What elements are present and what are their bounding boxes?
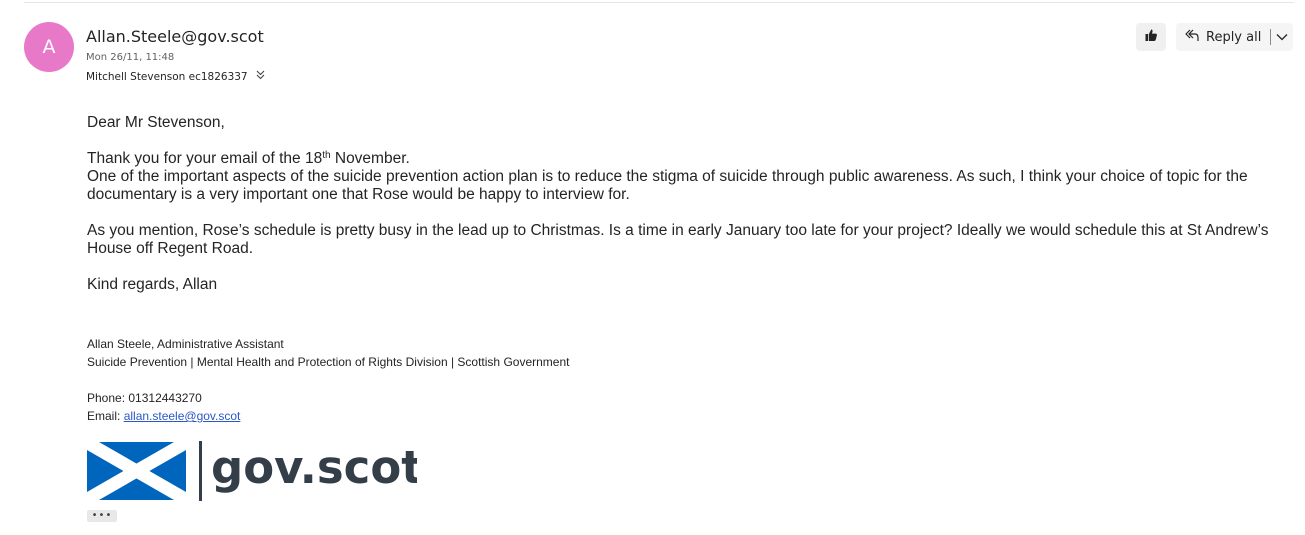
recipients-line: Mitchell Stevenson ec1826337 [86,70,265,83]
avatar-initial: A [42,36,56,58]
reply-all-icon [1184,27,1200,47]
logo-wordmark: gov.scot [211,441,417,494]
show-trimmed-content-button[interactable]: ••• [87,510,117,522]
signature-contact: Phone: 01312443270 Email: allan.steele@g… [87,389,787,425]
thumbs-up-icon [1144,28,1158,47]
signature-email: Email: allan.steele@gov.scot [87,407,787,425]
body-thanks-line: Thank you for your email of the 18th Nov… [87,150,1297,168]
reply-all-button[interactable]: Reply all [1176,23,1261,51]
more-reply-options-button[interactable] [1271,23,1293,51]
divider [24,2,1294,3]
signature-phone: Phone: 01312443270 [87,391,202,405]
message-date: Mon 26/11, 11:48 [86,52,175,63]
signature-block: Allan Steele, Administrative Assistant S… [87,335,787,371]
avatar[interactable]: A [24,22,74,72]
reply-all-label: Reply all [1206,29,1262,45]
signature-name: Allan Steele, Administrative Assistant [87,337,284,351]
double-chevron-down-icon[interactable] [256,70,265,83]
body-paragraph-2: As you mention, Rose’s schedule is prett… [87,222,1269,257]
message-body: Dear Mr Stevenson, Thank you for your em… [87,114,1297,294]
recipient-name[interactable]: Mitchell Stevenson ec1826337 [86,71,248,83]
gov-scot-logo: gov.scot [87,441,423,501]
reply-all-split-button: Reply all [1176,23,1293,51]
signature-email-label: Email: [87,409,124,423]
chevron-down-icon [1276,30,1288,45]
thanks-suffix: November. [330,150,410,167]
body-paragraph-1: One of the important aspects of the suic… [87,168,1248,203]
thanks-prefix: Thank you for your email of the 18 [87,150,323,167]
signature-org: Suicide Prevention | Mental Health and P… [87,355,570,369]
email-link[interactable]: allan.steele@gov.scot [124,409,241,423]
greeting: Dear Mr Stevenson, [87,114,225,131]
saltire-flag: gov.scot [87,441,423,501]
ellipsis-icon: ••• [91,510,113,521]
thanks-superscript: th [322,150,331,161]
sender-name[interactable]: Allan.Steele@gov.scot [86,27,264,46]
like-button[interactable] [1136,23,1166,51]
closing: Kind regards, Allan [87,276,218,293]
